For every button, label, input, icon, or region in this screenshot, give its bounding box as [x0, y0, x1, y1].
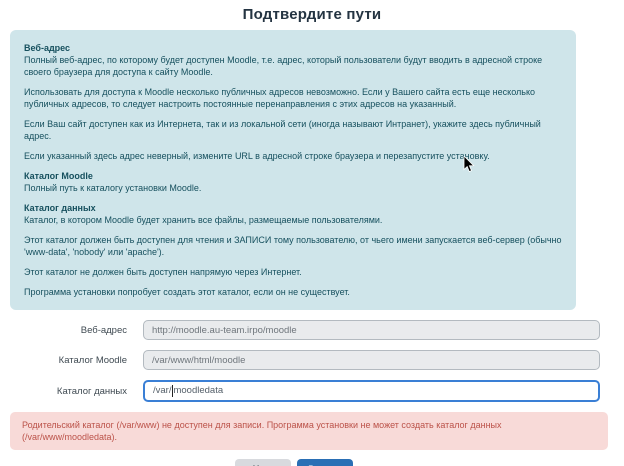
info-paragraph: Программа установки попробует создать эт… [24, 286, 562, 298]
info-paragraph: Использовать для доступа к Moodle нескол… [24, 86, 562, 110]
info-section-web-address: Веб-адрес Полный веб-адрес, по которому … [24, 42, 562, 162]
moodle-directory-input[interactable] [143, 350, 600, 370]
info-box: Веб-адрес Полный веб-адрес, по которому … [10, 30, 576, 310]
info-heading-moodle-directory: Каталог Moodle [24, 170, 562, 182]
back-button[interactable]: « Назад [235, 459, 291, 466]
form-row-data-directory: Каталог данных /var/moodledata [0, 380, 624, 402]
info-heading-web-address: Веб-адрес [24, 42, 562, 54]
wizard-button-row: « Назад Далее » [0, 459, 606, 466]
info-paragraph: Этот каталог не должен быть доступен нап… [24, 266, 562, 278]
info-heading-data-directory: Каталог данных [24, 202, 562, 214]
next-button[interactable]: Далее » [297, 459, 353, 466]
info-paragraph: Полный путь к каталогу установки Moodle. [24, 182, 562, 194]
info-paragraph: Этот каталог должен быть доступен для чт… [24, 234, 562, 258]
form-row-web-address: Веб-адрес [0, 320, 624, 340]
web-address-input[interactable] [143, 320, 600, 340]
input-value-after-caret: moodledata [173, 382, 223, 400]
error-message: Родительский каталог (/var/www) не досту… [22, 420, 502, 442]
error-alert: Родительский каталог (/var/www) не досту… [10, 412, 608, 450]
input-value-before-caret: /var/ [153, 382, 171, 400]
info-paragraph: Если указанный здесь адрес неверный, изм… [24, 150, 562, 162]
data-directory-input[interactable]: /var/moodledata [143, 380, 600, 402]
moodle-directory-label: Каталог Moodle [0, 355, 143, 366]
info-section-data-directory: Каталог данных Каталог, в котором Moodle… [24, 202, 562, 298]
page-title: Подтвердите пути [0, 0, 624, 23]
info-paragraph: Полный веб-адрес, по которому будет дост… [24, 54, 562, 78]
paths-form: Веб-адрес Каталог Moodle Каталог данных … [0, 320, 624, 402]
install-confirm-paths-page: Подтвердите пути Веб-адрес Полный веб-ад… [0, 0, 624, 466]
web-address-label: Веб-адрес [0, 325, 143, 336]
data-directory-label: Каталог данных [0, 386, 143, 397]
form-row-moodle-directory: Каталог Moodle [0, 350, 624, 370]
info-paragraph: Если Ваш сайт доступен как из Интернета,… [24, 118, 562, 142]
info-section-moodle-directory: Каталог Moodle Полный путь к каталогу ус… [24, 170, 562, 194]
info-paragraph: Каталог, в котором Moodle будет хранить … [24, 214, 562, 226]
